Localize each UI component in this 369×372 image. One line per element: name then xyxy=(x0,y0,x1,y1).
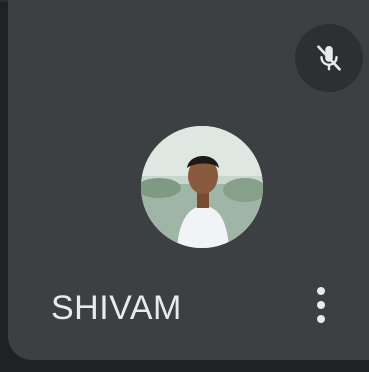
avatar-photo xyxy=(141,126,263,248)
participant-name: SHIVAM xyxy=(51,289,182,327)
avatar xyxy=(141,126,263,248)
mic-off-glyph xyxy=(317,45,341,71)
participant-tile[interactable]: SHIVAM xyxy=(8,0,369,360)
tile-bottom-gap xyxy=(0,360,369,372)
mic-off-icon xyxy=(295,24,363,92)
more-vert-icon-dot-1 xyxy=(317,287,325,295)
more-vert-icon-dot-2 xyxy=(317,301,325,309)
more-vert-icon-dot-3 xyxy=(317,315,325,323)
more-options-button[interactable] xyxy=(304,278,338,332)
